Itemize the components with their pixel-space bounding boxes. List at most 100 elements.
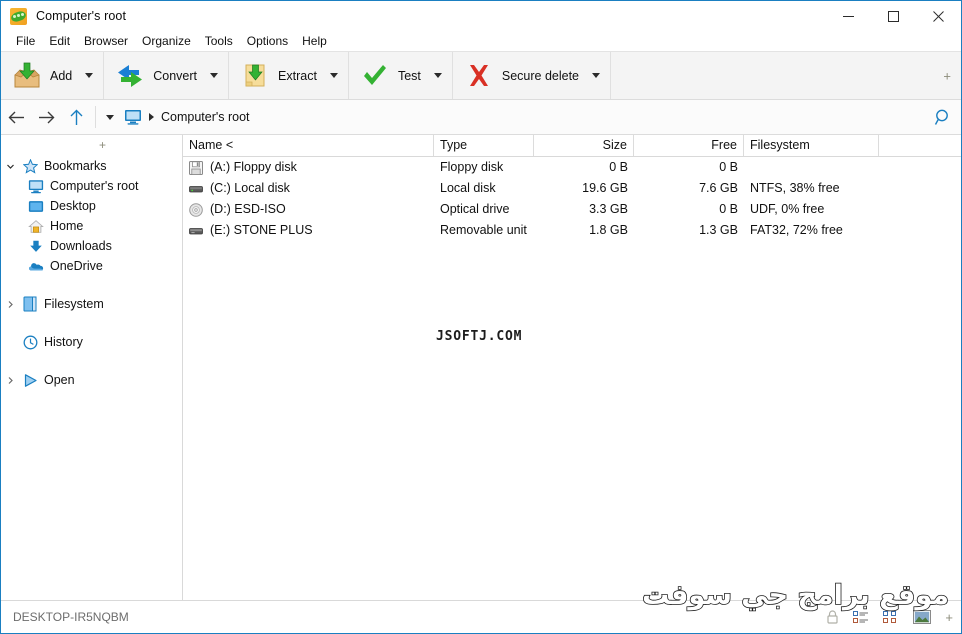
secure-delete-button[interactable]: Secure delete bbox=[457, 56, 586, 96]
add-button[interactable]: Add bbox=[5, 56, 79, 96]
sidebar-tree: Bookmarks Computer's root Desktop Home D… bbox=[1, 154, 182, 600]
file-name-cell: (D:) ESD-ISO bbox=[183, 199, 434, 220]
status-add-button[interactable]: + bbox=[945, 611, 953, 624]
thumbnail-view-icon[interactable] bbox=[913, 610, 932, 624]
close-button[interactable] bbox=[916, 1, 961, 31]
menu-file[interactable]: File bbox=[9, 32, 42, 50]
floppy-disk-icon bbox=[189, 160, 203, 175]
test-button[interactable]: Test bbox=[353, 56, 428, 96]
column-header-size[interactable]: Size bbox=[534, 135, 634, 156]
file-size-cell: 1.8 GB bbox=[589, 223, 628, 237]
status-bar: DESKTOP-IR5NQBM + bbox=[1, 600, 961, 633]
convert-arrows-icon bbox=[118, 64, 143, 87]
sidebar-item-bookmarks[interactable]: Bookmarks bbox=[1, 156, 182, 176]
add-box-icon bbox=[14, 62, 40, 87]
back-button[interactable] bbox=[1, 102, 31, 132]
sidebar-item-downloads[interactable]: Downloads bbox=[1, 236, 182, 256]
minimize-button[interactable] bbox=[826, 1, 871, 31]
hard-disk-icon bbox=[189, 185, 203, 192]
lock-icon[interactable] bbox=[826, 610, 839, 624]
sidebar-item-home[interactable]: Home bbox=[1, 216, 182, 236]
window-controls bbox=[826, 1, 961, 31]
chevron-right-icon[interactable] bbox=[4, 374, 17, 387]
column-header-free[interactable]: Free bbox=[634, 135, 744, 156]
toolbar-group-extract: Extract bbox=[229, 52, 349, 99]
menu-tools[interactable]: Tools bbox=[198, 32, 240, 50]
toolbar-overflow-button[interactable]: + bbox=[943, 69, 951, 82]
secure-delete-label: Secure delete bbox=[501, 68, 580, 83]
sidebar-item-label: Home bbox=[50, 219, 84, 233]
main-toolbar: Add Convert Extract Test Secure delete + bbox=[1, 51, 961, 100]
file-name-cell: (C:) Local disk bbox=[183, 178, 434, 199]
toolbar-group-add: Add bbox=[1, 52, 105, 99]
table-row[interactable]: (D:) ESD-ISO Optical drive 3.3 GB 0 B UD… bbox=[183, 199, 961, 220]
file-list-pane: Name < Type Size Free Filesystem (A:) Fl… bbox=[183, 135, 961, 600]
file-name: (E:) STONE PLUS bbox=[210, 223, 313, 237]
sidebar-item-onedrive[interactable]: OneDrive bbox=[1, 256, 182, 276]
chevron-down-icon bbox=[329, 73, 338, 78]
toolbar-group-convert: Convert bbox=[104, 52, 230, 99]
chevron-right-icon[interactable] bbox=[4, 298, 17, 311]
chevron-down-icon[interactable] bbox=[4, 160, 17, 173]
menu-browser[interactable]: Browser bbox=[77, 32, 135, 50]
file-filesystem-cell bbox=[744, 157, 879, 178]
address-bar: Computer's root bbox=[1, 100, 961, 135]
extract-folder-icon bbox=[245, 64, 265, 86]
sidebar-item-label: OneDrive bbox=[50, 259, 103, 273]
file-type-cell: Floppy disk bbox=[440, 160, 504, 174]
peazip-window: Computer's root File Edit Browser Organi… bbox=[0, 0, 962, 634]
convert-dropdown[interactable] bbox=[204, 56, 224, 96]
sidebar-item-desktop[interactable]: Desktop bbox=[1, 196, 182, 216]
history-dropdown-button[interactable] bbox=[100, 103, 120, 131]
chevron-down-icon bbox=[433, 73, 442, 78]
column-header-type[interactable]: Type bbox=[434, 135, 534, 156]
up-button[interactable] bbox=[61, 102, 91, 132]
file-type-cell: Local disk bbox=[440, 181, 496, 195]
breadcrumb[interactable]: Computer's root bbox=[120, 103, 925, 131]
column-header-name[interactable]: Name < bbox=[183, 135, 434, 156]
forward-button[interactable] bbox=[31, 102, 61, 132]
extract-label: Extract bbox=[278, 68, 317, 83]
list-view-icon[interactable] bbox=[853, 610, 869, 624]
toolbar-group-test: Test bbox=[349, 52, 453, 99]
file-type-cell: Removable unit bbox=[440, 223, 527, 237]
file-size-cell: 3.3 GB bbox=[589, 202, 628, 216]
file-name-cell: (E:) STONE PLUS bbox=[183, 220, 434, 241]
center-watermark: JSOFTJ.COM bbox=[436, 329, 523, 344]
star-icon bbox=[23, 158, 38, 174]
add-bookmark-button[interactable]: + bbox=[99, 139, 106, 151]
desktop-icon bbox=[28, 200, 44, 212]
sidebar-item-computers-root[interactable]: Computer's root bbox=[1, 176, 182, 196]
menu-edit[interactable]: Edit bbox=[42, 32, 77, 50]
menu-help[interactable]: Help bbox=[295, 32, 334, 50]
cloud-icon bbox=[28, 262, 44, 270]
sidebar-item-label: Computer's root bbox=[50, 179, 139, 193]
menu-organize[interactable]: Organize bbox=[135, 32, 198, 50]
extract-button[interactable]: Extract bbox=[233, 56, 324, 96]
content-area: + Bookmarks Computer's root Desktop Home… bbox=[1, 135, 961, 600]
menu-options[interactable]: Options bbox=[240, 32, 295, 50]
convert-button[interactable]: Convert bbox=[108, 56, 204, 96]
file-filesystem-cell: UDF, 0% free bbox=[750, 202, 825, 216]
computer-icon bbox=[125, 110, 141, 125]
table-row[interactable]: (C:) Local disk Local disk 19.6 GB 7.6 G… bbox=[183, 178, 961, 199]
up-arrow-icon bbox=[70, 109, 82, 125]
sidebar-item-label: Filesystem bbox=[44, 297, 104, 311]
sidebar-item-filesystem[interactable]: Filesystem bbox=[1, 294, 182, 314]
extract-dropdown[interactable] bbox=[324, 56, 344, 96]
file-size-cell: 0 B bbox=[609, 160, 628, 174]
add-dropdown[interactable] bbox=[79, 56, 99, 96]
file-list-rows: (A:) Floppy disk Floppy disk 0 B 0 B (C:… bbox=[183, 157, 961, 600]
test-dropdown[interactable] bbox=[428, 56, 448, 96]
chevron-down-icon bbox=[210, 73, 219, 78]
column-header-filesystem[interactable]: Filesystem bbox=[744, 135, 879, 156]
sidebar-item-open[interactable]: Open bbox=[1, 370, 182, 390]
secure-delete-dropdown[interactable] bbox=[586, 56, 606, 96]
maximize-button[interactable] bbox=[871, 1, 916, 31]
file-size-cell: 19.6 GB bbox=[582, 181, 628, 195]
search-button[interactable] bbox=[925, 101, 961, 133]
table-row[interactable]: (E:) STONE PLUS Removable unit 1.8 GB 1.… bbox=[183, 220, 961, 241]
table-row[interactable]: (A:) Floppy disk Floppy disk 0 B 0 B bbox=[183, 157, 961, 178]
sidebar-item-history[interactable]: History bbox=[1, 332, 182, 352]
detail-view-icon[interactable] bbox=[883, 610, 899, 624]
